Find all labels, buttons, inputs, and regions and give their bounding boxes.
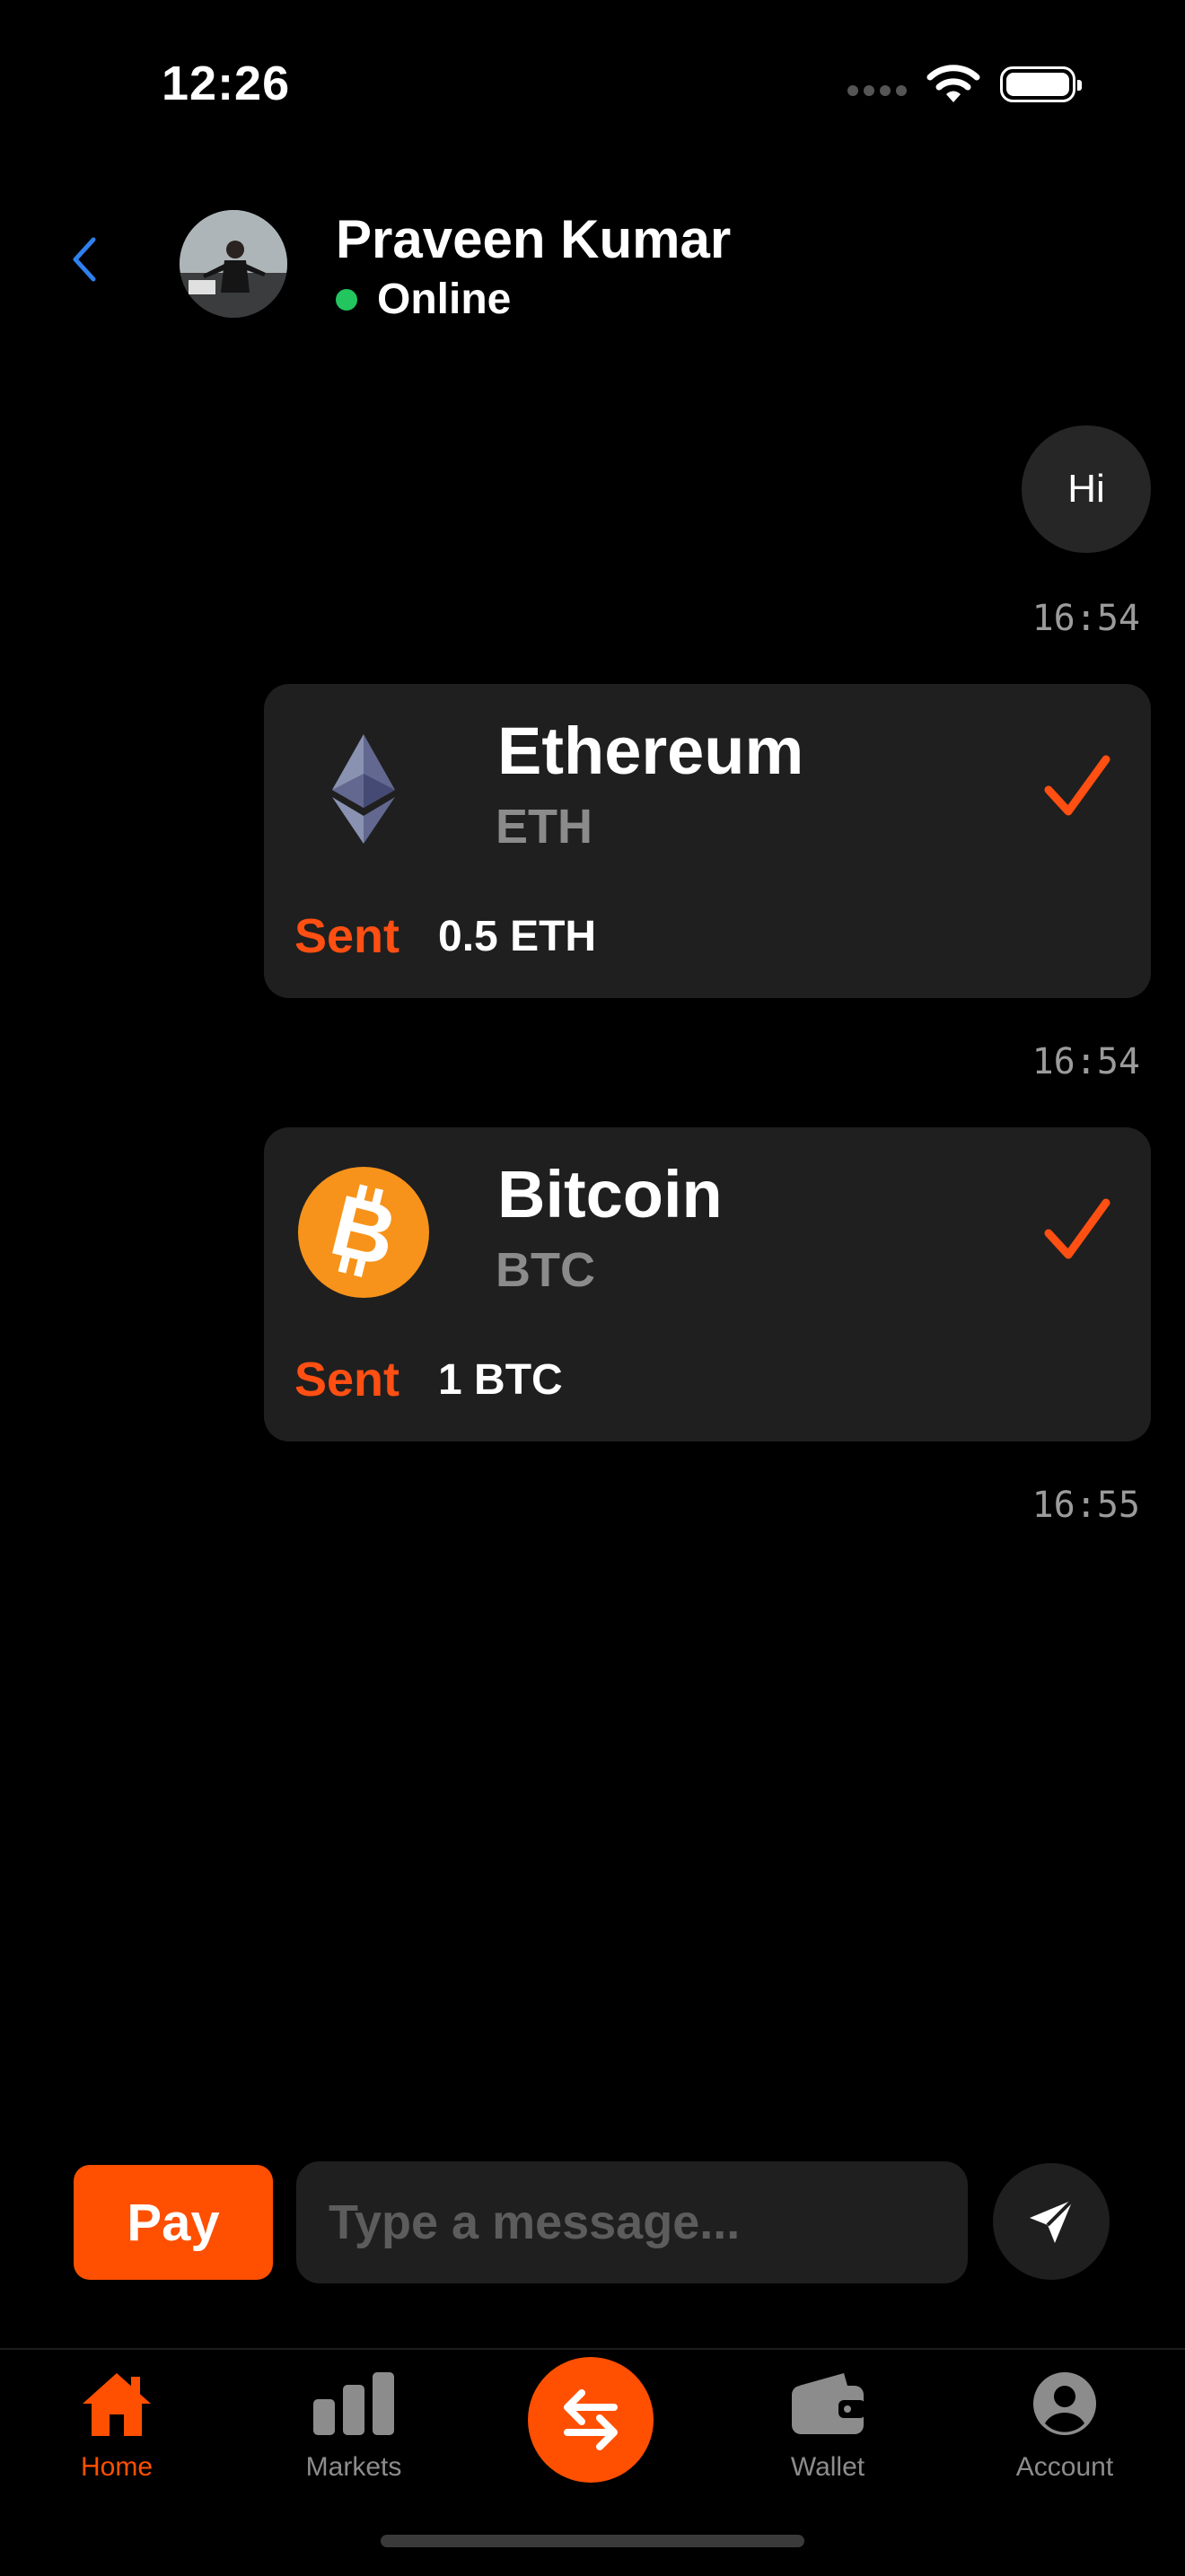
- online-status-label: Online: [377, 276, 512, 323]
- wallet-icon: [792, 2373, 865, 2434]
- status-time: 12:26: [162, 57, 291, 110]
- online-dot: [336, 288, 357, 311]
- back-button[interactable]: [57, 228, 111, 291]
- message-timestamp: 16:55: [1031, 1485, 1140, 1526]
- tab-label: Wallet: [790, 2452, 865, 2482]
- home-icon: [83, 2373, 151, 2436]
- crypto-transfer-card-btc[interactable]: B Bitcoin BTC Sent 1 BTC: [264, 1127, 1151, 1441]
- coin-name: Bitcoin: [497, 1157, 723, 1231]
- avatar-photo: [180, 210, 287, 318]
- coin-name: Ethereum: [497, 714, 804, 788]
- battery-icon: [1000, 66, 1082, 102]
- coin-symbol: ETH: [496, 800, 592, 854]
- tab-account[interactable]: Account: [975, 2368, 1154, 2483]
- checkmark-icon: [1044, 1198, 1110, 1259]
- account-icon: [1033, 2372, 1096, 2435]
- tab-markets[interactable]: Markets: [264, 2368, 443, 2483]
- wifi-icon: [926, 65, 980, 102]
- sent-label: Sent: [294, 1353, 400, 1406]
- sent-label: Sent: [294, 909, 400, 963]
- coin-symbol: BTC: [496, 1243, 595, 1297]
- send-button[interactable]: [993, 2163, 1110, 2280]
- bitcoin-icon: B: [298, 1167, 429, 1298]
- pay-button[interactable]: Pay: [74, 2165, 273, 2280]
- swap-icon: [564, 2389, 618, 2450]
- online-status: Online: [336, 275, 511, 324]
- transfer-amount: 0.5 ETH: [438, 913, 597, 960]
- transfer-amount: 1 BTC: [438, 1356, 563, 1404]
- message-timestamp: 16:54: [1031, 1041, 1140, 1082]
- tab-label: Home: [80, 2452, 154, 2482]
- checkmark-icon: [1044, 755, 1110, 816]
- signal-icon: [847, 85, 907, 96]
- send-icon: [1030, 2198, 1075, 2243]
- tab-wallet[interactable]: Wallet: [738, 2368, 917, 2483]
- message-input[interactable]: [296, 2161, 968, 2283]
- bar-chart-icon: [313, 2372, 394, 2435]
- avatar[interactable]: [180, 210, 287, 318]
- status-icons: [847, 65, 1082, 104]
- message-timestamp: 16:54: [1031, 598, 1140, 639]
- message-bubble[interactable]: Hi: [1022, 425, 1151, 553]
- crypto-transfer-card-eth[interactable]: Ethereum ETH Sent 0.5 ETH: [264, 684, 1151, 998]
- tab-label: Markets: [305, 2452, 402, 2482]
- contact-name: Praveen Kumar: [336, 209, 732, 269]
- ethereum-icon: [332, 734, 395, 844]
- tab-home[interactable]: Home: [27, 2368, 206, 2483]
- swap-button[interactable]: [528, 2357, 654, 2483]
- home-indicator: [381, 2535, 804, 2547]
- tab-label: Account: [1015, 2452, 1114, 2482]
- chevron-left-icon: [73, 237, 96, 282]
